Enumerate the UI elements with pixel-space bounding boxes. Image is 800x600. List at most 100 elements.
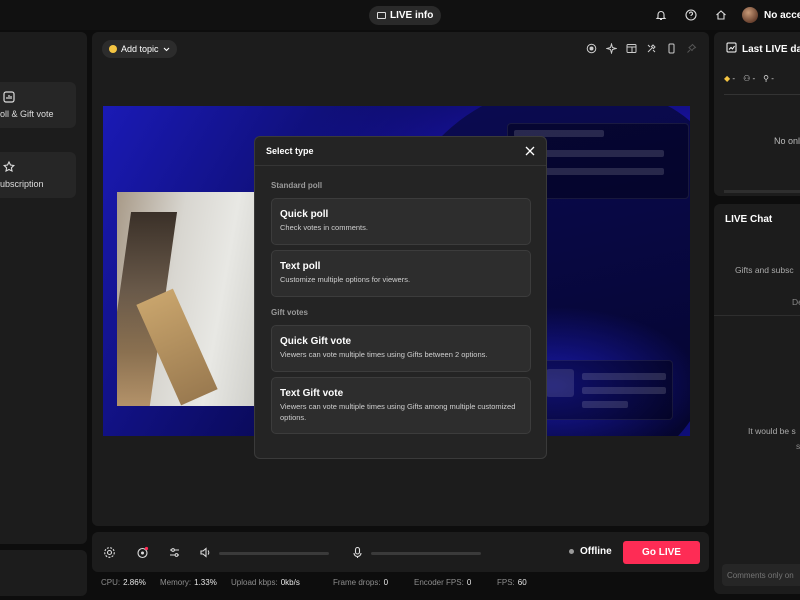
topic-emoji-icon: [109, 45, 117, 53]
phone-icon[interactable]: [665, 42, 677, 54]
go-live-button[interactable]: Go LIVE: [623, 541, 700, 564]
record-icon[interactable]: [585, 42, 597, 54]
chart-icon: [726, 42, 737, 56]
metrics-row: ◆ - ⚇ - ⚲ -: [724, 74, 774, 83]
option-description: Viewers can vote multiple times using Gi…: [280, 350, 488, 359]
text-gift-vote-option[interactable]: Text Gift vote Viewers can vote multiple…: [271, 377, 531, 434]
subscription-icon: [2, 160, 16, 177]
modal-title: Select type: [266, 146, 314, 156]
effects-icon[interactable]: [135, 545, 149, 559]
option-description: Check votes in comments.: [280, 223, 368, 232]
chat-info-text: Gifts and subsc: [735, 265, 794, 275]
subscription-tool[interactable]: ubscription: [0, 152, 76, 198]
placeholder-thumb: [546, 369, 574, 397]
stream-status: Offline: [569, 546, 612, 557]
section-label-gift-votes: Gift votes: [271, 308, 308, 317]
chat-empty-text: It would be s: [748, 426, 796, 436]
chat-input[interactable]: [722, 564, 800, 586]
stat-upload: Upload kbps: 0kb/s: [231, 578, 300, 587]
live-info-icon: [377, 12, 386, 19]
option-title: Quick poll: [280, 209, 329, 220]
subscription-label: ubscription: [0, 179, 44, 189]
last-live-data-panel: Last LIVE da ◆ - ⚇ - ⚲ - No onl: [714, 32, 800, 196]
chat-empty-text: s: [796, 441, 800, 451]
stat-fps: FPS: 60: [497, 578, 527, 587]
sparkle-icon[interactable]: [605, 42, 617, 54]
bell-icon[interactable]: [654, 8, 668, 22]
microphone-volume-slider[interactable]: [371, 552, 481, 555]
speaker-volume-slider[interactable]: [219, 552, 329, 555]
poll-gift-vote-tool[interactable]: oll & Gift vote: [0, 82, 76, 128]
modal-divider: [255, 165, 546, 166]
panel-title-text: Last LIVE da: [742, 43, 800, 55]
speaker-icon[interactable]: [198, 545, 212, 559]
metric-value: -: [771, 74, 774, 83]
followers-icon: ⚲: [763, 74, 769, 83]
settings-icon[interactable]: [102, 545, 116, 559]
stat-cpu: CPU: 2.86%: [101, 578, 146, 587]
stat-label: Memory:: [160, 578, 192, 587]
panel-title: Last LIVE da: [726, 42, 800, 56]
metric-value: -: [752, 74, 756, 83]
help-icon[interactable]: [684, 8, 698, 22]
stat-value: 0kb/s: [280, 578, 300, 587]
divider: [714, 315, 800, 316]
option-title: Quick Gift vote: [280, 336, 352, 347]
live-info-label: LIVE info: [390, 10, 434, 21]
tools-icon[interactable]: [645, 42, 657, 54]
divider: [724, 94, 800, 95]
stat-value: 1.33%: [194, 578, 217, 587]
camera-source[interactable]: [117, 192, 255, 406]
text-poll-option[interactable]: Text poll Customize multiple options for…: [271, 250, 531, 297]
poll-icon: [2, 90, 16, 107]
metric-followers: ⚲ -: [763, 74, 774, 83]
metric-diamonds: ◆ -: [724, 74, 735, 83]
viewers-icon: ⚇: [743, 74, 751, 83]
layout-icon[interactable]: [625, 42, 637, 54]
stat-encoder-fps: Encoder FPS: 0: [414, 578, 471, 587]
option-title: Text poll: [280, 261, 321, 272]
live-info-button[interactable]: LIVE info: [369, 6, 442, 25]
user-name[interactable]: No access: [764, 10, 800, 21]
stat-frame-drops: Frame drops: 0: [333, 578, 388, 587]
close-icon[interactable]: [524, 145, 536, 157]
empty-state-text: No onl: [774, 136, 800, 146]
status-label: Offline: [580, 546, 612, 557]
pin-icon[interactable]: [685, 42, 697, 54]
stats-bar: CPU: 2.86% Memory: 1.33% Upload kbps: 0kb/s…: [92, 576, 709, 590]
stat-label: Frame drops:: [333, 578, 381, 587]
top-bar: LIVE info No access: [0, 0, 800, 30]
stat-value: 60: [517, 578, 527, 587]
placeholder-card: [539, 360, 673, 420]
microphone-icon[interactable]: [350, 545, 364, 559]
chat-info-link[interactable]: De: [792, 297, 800, 307]
live-chat-panel: LIVE Chat Gifts and subsc De It would be…: [714, 204, 800, 594]
poll-gift-vote-label: oll & Gift vote: [0, 109, 54, 119]
stat-value: 2.86%: [123, 578, 146, 587]
select-type-modal: Select type Standard poll Quick poll Che…: [254, 136, 547, 459]
stat-label: FPS:: [497, 578, 515, 587]
chevron-down-icon: [163, 44, 170, 54]
stat-label: Upload kbps:: [231, 578, 278, 587]
option-description: Viewers can vote multiple times using Gi…: [280, 402, 516, 422]
horizontal-scrollbar[interactable]: [724, 190, 800, 193]
stat-label: Encoder FPS:: [414, 578, 464, 587]
placeholder-line: [582, 387, 666, 394]
section-label-standard-poll: Standard poll: [271, 181, 323, 190]
control-bar: Offline Go LIVE: [92, 532, 709, 572]
adjust-icon[interactable]: [167, 545, 181, 559]
avatar[interactable]: [742, 7, 758, 23]
add-topic-button[interactable]: Add topic: [102, 40, 177, 58]
add-topic-label: Add topic: [121, 44, 159, 54]
preview-toolbar: [585, 42, 697, 54]
quick-poll-option[interactable]: Quick poll Check votes in comments.: [271, 198, 531, 245]
quick-gift-vote-option[interactable]: Quick Gift vote Viewers can vote multipl…: [271, 325, 531, 372]
left-bottom-panel: [0, 550, 87, 596]
option-description: Customize multiple options for viewers.: [280, 275, 411, 284]
stat-memory: Memory: 1.33%: [160, 578, 217, 587]
top-icons: No access: [638, 0, 800, 30]
home-icon[interactable]: [714, 8, 728, 22]
metric-viewers: ⚇ -: [743, 74, 755, 83]
stat-label: CPU:: [101, 578, 121, 587]
stat-value: 0: [466, 578, 472, 587]
